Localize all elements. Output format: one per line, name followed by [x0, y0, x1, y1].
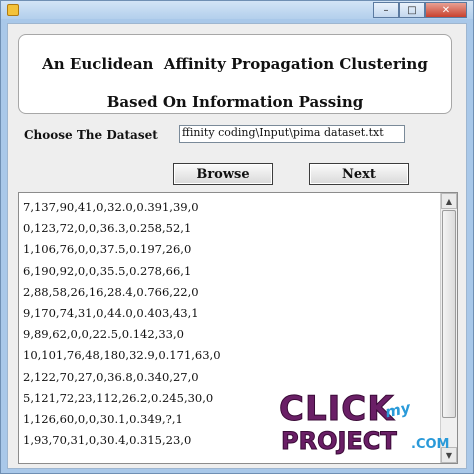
dataset-line: 5,121,72,23,112,26.2,0.245,30,0 — [23, 390, 214, 405]
arrow-up-icon: ▲ — [445, 196, 453, 206]
dataset-line: 10,101,76,48,180,32.9,0.171,63,0 — [23, 348, 221, 363]
dataset-path-field[interactable]: ffinity coding\Input\pima dataset.txt — [179, 125, 405, 143]
arrow-down-icon: ▼ — [445, 450, 453, 460]
minimize-button[interactable]: – — [373, 2, 399, 18]
dataset-label: Choose The Dataset — [24, 128, 158, 142]
close-button[interactable]: ✕ — [425, 2, 467, 18]
dataset-line: 1,126,60,0,0,30.1,0.349,?,1 — [23, 411, 183, 426]
java-app-icon — [7, 4, 19, 16]
dataset-line: 2,122,70,27,0,36.8,0.340,27,0 — [23, 369, 199, 384]
main-panel: An Euclidean Affinity Propagation Cluste… — [7, 23, 467, 469]
maximize-icon: □ — [407, 4, 417, 16]
close-icon: ✕ — [441, 4, 451, 16]
title-panel: An Euclidean Affinity Propagation Cluste… — [18, 34, 452, 114]
window-titlebar[interactable]: – □ ✕ — [1, 1, 473, 19]
dataset-line: 9,89,62,0,0,22.5,0.142,33,0 — [23, 327, 184, 342]
app-title-line-2: Based On Information Passing — [106, 93, 364, 111]
dataset-line: 1,106,76,0,0,37.5,0.197,26,0 — [23, 242, 192, 257]
dataset-line: 2,88,58,26,16,28.4,0.766,22,0 — [23, 284, 199, 299]
dataset-line: 9,170,74,31,0,44.0,0.403,43,1 — [23, 305, 199, 320]
dataset-line: 1,93,70,31,0,30.4,0.315,23,0 — [23, 433, 192, 448]
scroll-thumb[interactable] — [442, 210, 456, 418]
dataset-line: 0,123,72,0,0,36.3,0.258,52,1 — [23, 221, 192, 236]
browse-button[interactable]: Browse — [173, 163, 273, 185]
dataset-line: 7,137,90,41,0,32.0,0.391,39,0 — [23, 200, 199, 214]
next-button[interactable]: Next — [309, 163, 409, 185]
app-window: – □ ✕ An Euclidean Affinity Propagation … — [0, 0, 474, 474]
vertical-scrollbar[interactable]: ▲ ▼ — [440, 193, 457, 463]
dataset-path-value: ffinity coding\Input\pima dataset.txt — [182, 126, 384, 139]
minimize-icon: – — [383, 4, 389, 16]
dataset-lines: 7,137,90,41,0,32.0,0.391,39,0 0,123,72,0,… — [23, 197, 433, 451]
scroll-up-button[interactable]: ▲ — [441, 193, 457, 209]
window-controls: – □ ✕ — [373, 2, 467, 18]
dataset-line: 6,190,92,0,0,35.5,0.278,66,1 — [23, 263, 192, 278]
maximize-button[interactable]: □ — [399, 2, 425, 18]
scroll-down-button[interactable]: ▼ — [441, 447, 457, 463]
dataset-text-area[interactable]: 7,137,90,41,0,32.0,0.391,39,0 0,123,72,0,… — [18, 192, 458, 464]
app-title-line-1: An Euclidean Affinity Propagation Cluste… — [42, 55, 428, 73]
